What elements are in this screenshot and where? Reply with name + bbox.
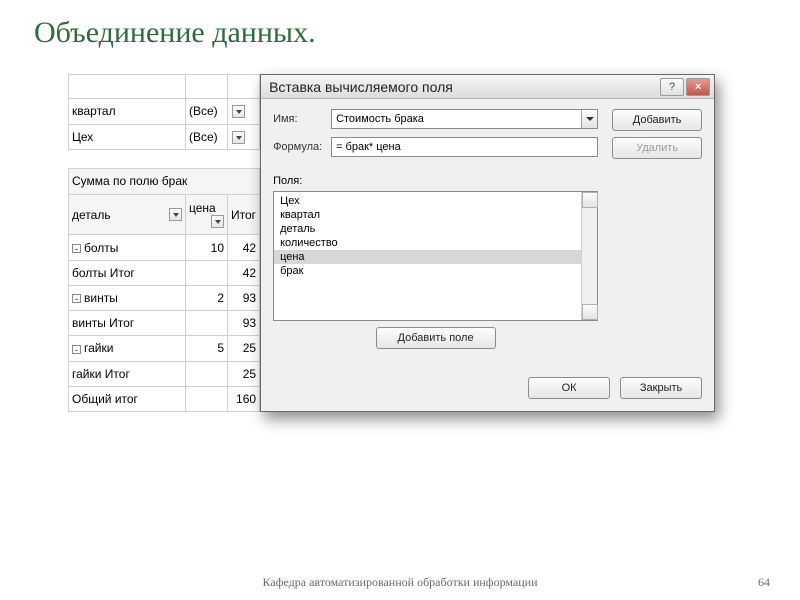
col-header-total: Итог [228, 194, 260, 235]
filter-label: Цех [69, 124, 186, 150]
ok-button[interactable]: ОК [528, 377, 610, 399]
pivot-price-cell [186, 361, 228, 386]
pivot-total-cell: 93 [228, 311, 260, 336]
scroll-down-icon[interactable] [582, 304, 598, 320]
name-label: Имя: [273, 113, 331, 125]
close-icon[interactable]: × [686, 78, 710, 96]
help-button[interactable]: ? [660, 78, 684, 96]
pivot-total-cell: 42 [228, 260, 260, 285]
page-number: 64 [758, 575, 770, 590]
fields-listbox[interactable]: Цехкварталдетальколичествоценабрак [273, 191, 598, 321]
pivot-row-label: -болты [69, 235, 186, 260]
pivot-row-label: винты Итог [69, 311, 186, 336]
fields-label: Поля: [273, 175, 702, 187]
close-button[interactable]: Закрыть [620, 377, 702, 399]
pivot-price-cell: 5 [186, 336, 228, 361]
field-list-item[interactable]: квартал [274, 208, 581, 222]
field-list-item[interactable]: Цех [274, 194, 581, 208]
add-button[interactable]: Добавить [612, 109, 702, 131]
pivot-row-label: -гайки [69, 336, 186, 361]
pivot-row-label: -винты [69, 285, 186, 310]
slide-title: Объединение данных. [0, 0, 800, 58]
chevron-down-icon [232, 131, 245, 144]
grand-total-label: Общий итог [69, 386, 186, 411]
pivot-total-cell: 42 [228, 235, 260, 260]
formula-input[interactable]: = брак* цена [331, 137, 598, 157]
pivot-price-cell: 10 [186, 235, 228, 260]
field-list-item[interactable]: брак [274, 264, 581, 278]
collapse-icon[interactable]: - [72, 244, 81, 253]
delete-button[interactable]: Удалить [612, 137, 702, 159]
dialog-title: Вставка вычисляемого поля [269, 79, 453, 95]
filter-label: квартал [69, 99, 186, 125]
scrollbar[interactable] [581, 192, 597, 320]
filter-value[interactable]: (Все) [186, 124, 228, 150]
chevron-down-icon [232, 105, 245, 118]
add-field-button[interactable]: Добавить поле [376, 327, 496, 349]
pivot-total-cell: 25 [228, 361, 260, 386]
chevron-down-icon [211, 215, 224, 228]
collapse-icon[interactable]: - [72, 345, 81, 354]
sum-field-header: Сумма по полю брак [69, 169, 260, 194]
name-combo[interactable]: Стоимость брака [331, 109, 598, 129]
field-list-item[interactable]: количество [274, 236, 581, 250]
slide-footer: Кафедра автоматизированной обработки инф… [0, 575, 800, 590]
filter-value[interactable]: (Все) [186, 99, 228, 125]
pivot-total-cell: 93 [228, 285, 260, 310]
field-list-item[interactable]: деталь [274, 222, 581, 236]
pivot-price-cell [186, 311, 228, 336]
formula-label: Формула: [273, 141, 331, 153]
col-header-price[interactable]: цена [186, 194, 228, 235]
calculated-field-dialog: Вставка вычисляемого поля ? × Имя: Стоим… [260, 74, 715, 412]
col-header-detail[interactable]: деталь [69, 194, 186, 235]
chevron-down-icon [169, 208, 182, 221]
chevron-down-icon[interactable] [581, 110, 597, 128]
pivot-price-cell: 2 [186, 285, 228, 310]
scroll-up-icon[interactable] [582, 192, 598, 208]
grand-total-value: 160 [228, 386, 260, 411]
pivot-total-cell: 25 [228, 336, 260, 361]
pivot-row-label: болты Итог [69, 260, 186, 285]
pivot-table: квартал (Все) Цех (Все) Сумма по полю бр… [68, 74, 260, 412]
field-list-item[interactable]: цена [274, 250, 581, 264]
filter-dropdown[interactable] [228, 99, 260, 125]
pivot-row-label: гайки Итог [69, 361, 186, 386]
dialog-titlebar: Вставка вычисляемого поля ? × [261, 75, 714, 99]
collapse-icon[interactable]: - [72, 294, 81, 303]
filter-dropdown[interactable] [228, 124, 260, 150]
pivot-price-cell [186, 260, 228, 285]
